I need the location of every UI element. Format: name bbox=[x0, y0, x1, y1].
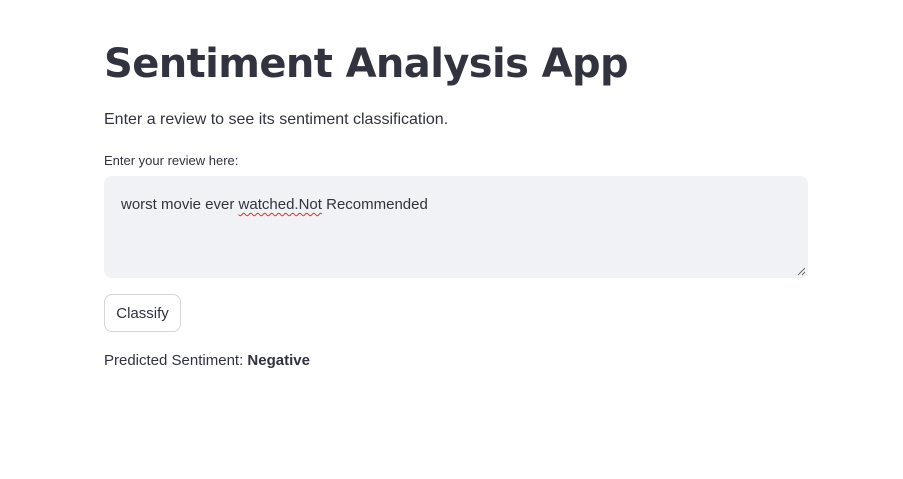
classify-button[interactable]: Classify bbox=[104, 294, 181, 332]
review-input-label: Enter your review here: bbox=[104, 153, 239, 168]
review-text-prefix: worst movie ever bbox=[121, 196, 239, 213]
page-title: Sentiment Analysis App bbox=[104, 41, 629, 87]
review-text-suffix: Recommended bbox=[321, 196, 428, 213]
review-textarea-value[interactable]: worst movie ever watched.Not Recommended bbox=[121, 195, 428, 215]
predicted-sentiment-label: Predicted Sentiment: bbox=[104, 352, 244, 369]
resize-handle-icon[interactable] bbox=[796, 266, 806, 276]
review-textarea[interactable]: worst movie ever watched.Not Recommended bbox=[104, 176, 808, 278]
predicted-sentiment-value: Negative bbox=[247, 352, 310, 369]
review-text-misspelled: watched.Not bbox=[238, 196, 322, 213]
predicted-sentiment: Predicted Sentiment: Negative bbox=[104, 350, 310, 372]
page-subtitle: Enter a review to see its sentiment clas… bbox=[104, 111, 449, 128]
